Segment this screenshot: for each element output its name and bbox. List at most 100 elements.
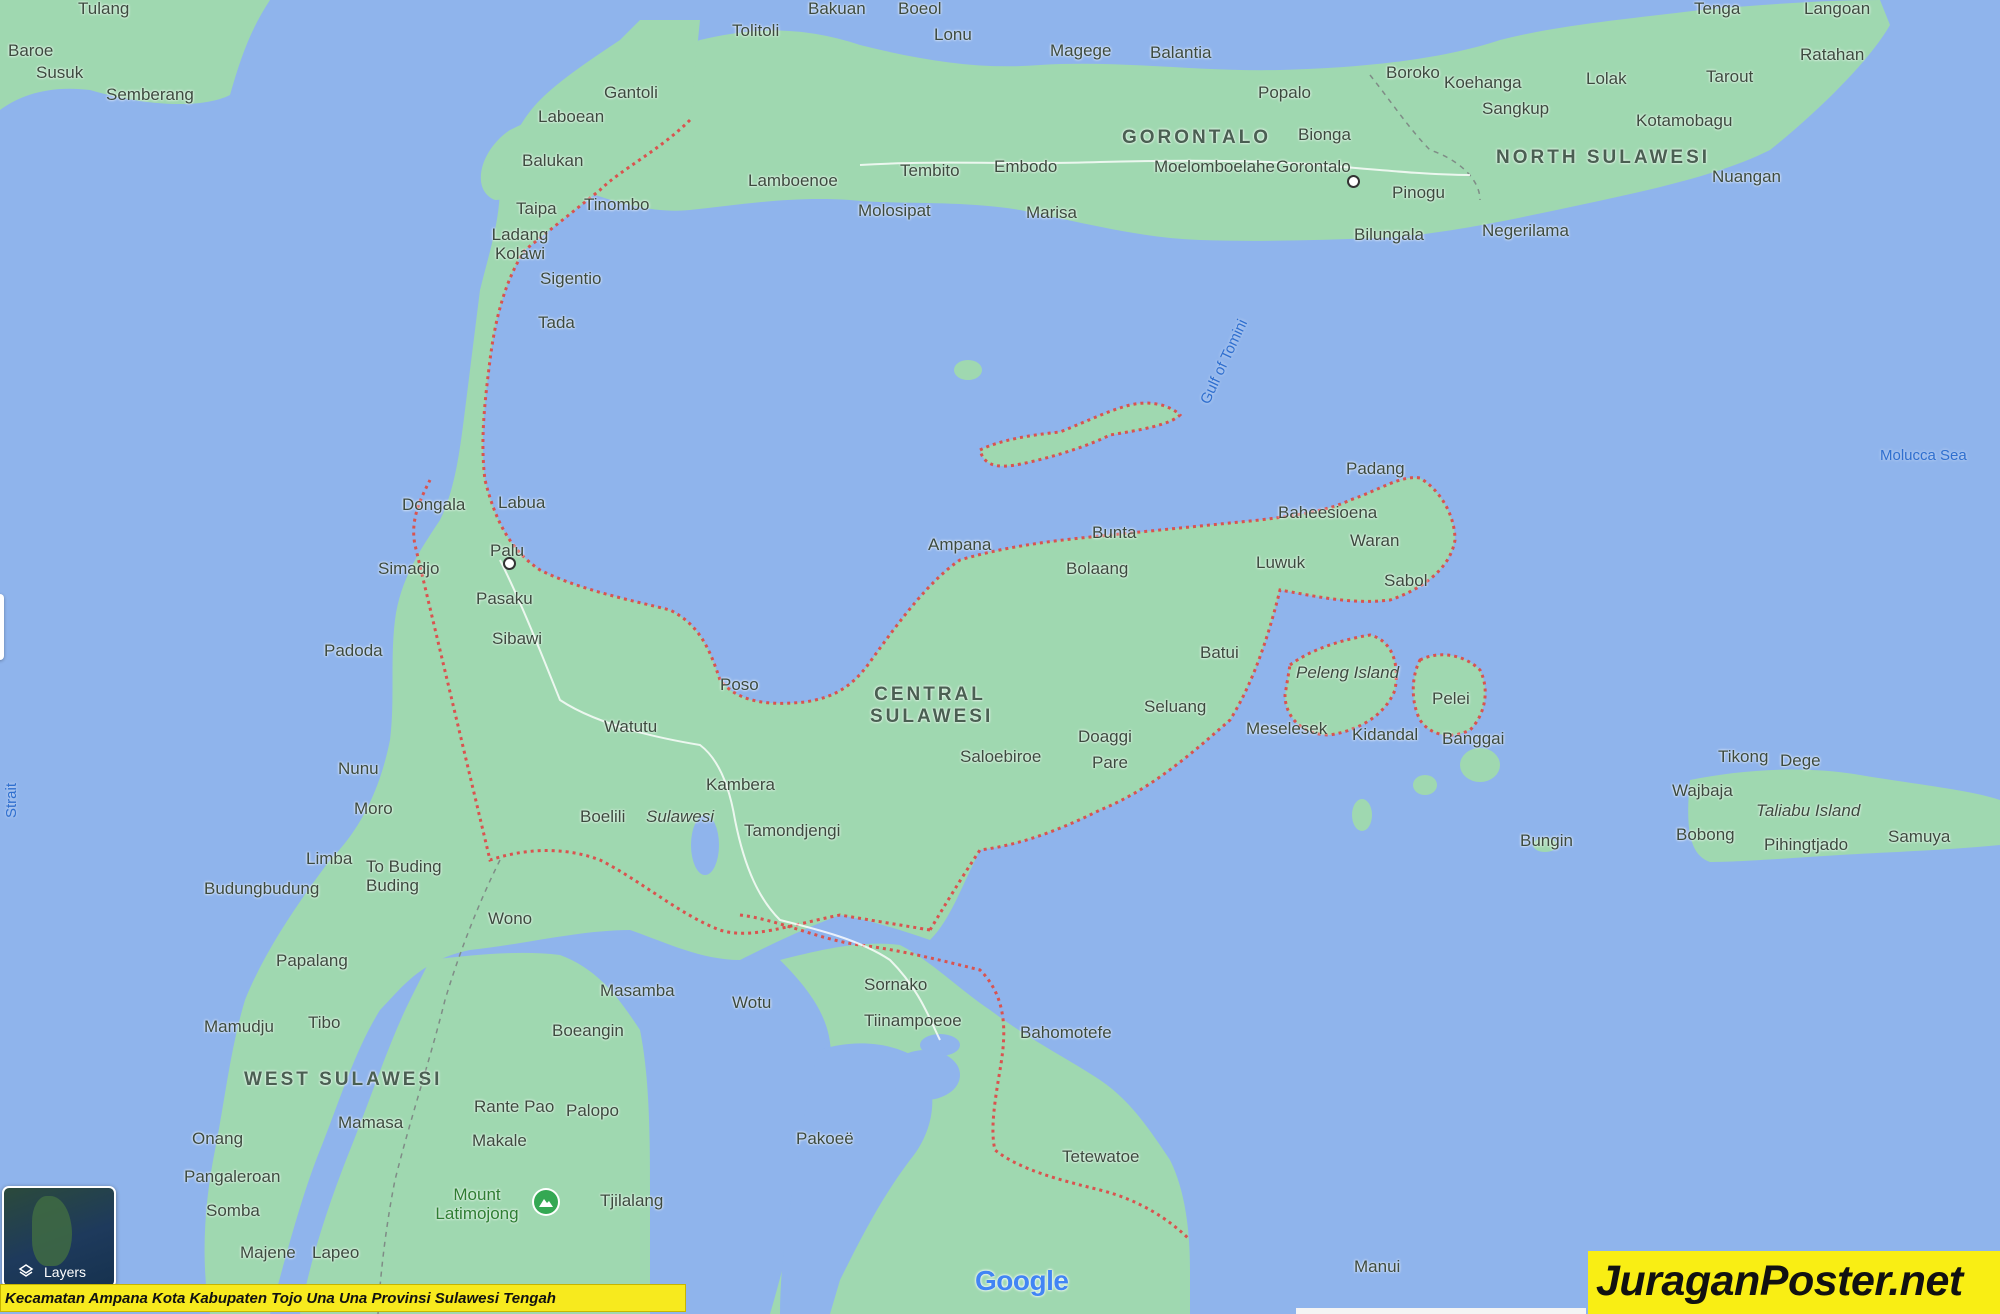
place-label: Lonu <box>934 25 972 44</box>
place-label: Bobong <box>1676 825 1735 844</box>
place-label: Pare <box>1092 753 1128 772</box>
place-label: Waran <box>1350 531 1400 550</box>
place-label: Tenga <box>1694 0 1741 18</box>
place-label: Budungbudung <box>204 879 320 898</box>
place-label: Popalo <box>1258 83 1311 102</box>
place-label: Papalang <box>276 951 348 970</box>
city-marker-icon <box>503 557 516 570</box>
place-label: Mamudju <box>204 1017 274 1036</box>
place-label: Nuangan <box>1712 167 1782 186</box>
place-label: Nunu <box>338 759 379 778</box>
place-label: Pangaleroan <box>184 1167 281 1186</box>
place-label: Pasaku <box>476 589 533 608</box>
place-label: Doaggi <box>1078 727 1132 746</box>
place-label: Tembito <box>900 161 960 180</box>
place-label: Lolak <box>1586 69 1627 88</box>
place-label: Tarout <box>1706 67 1754 86</box>
side-panel-handle[interactable] <box>0 594 4 660</box>
small-island-b <box>1413 775 1437 795</box>
place-label: Saloebiroe <box>960 747 1042 766</box>
place-label: Limba <box>306 849 353 868</box>
place-label: Semberang <box>106 85 194 104</box>
place-label: Langoan <box>1804 0 1871 18</box>
region-west-sulawesi: WEST SULAWESI <box>244 1069 443 1090</box>
place-label: Sulawesi <box>646 807 715 826</box>
google-logo-text: Google <box>975 1265 1069 1296</box>
place-label: Bungin <box>1520 831 1573 850</box>
region-gorontalo: GORONTALO <box>1122 127 1272 148</box>
place-label: Peleng Island <box>1296 663 1400 682</box>
place-label: Boroko <box>1386 63 1440 82</box>
place-label: Sornako <box>864 975 928 994</box>
place-label: Samuya <box>1888 827 1951 846</box>
place-label: Tjilalang <box>600 1191 664 1210</box>
place-label: Lapeo <box>312 1243 360 1262</box>
place-label: Dege <box>1780 751 1821 770</box>
place-label: Pakoeë <box>796 1129 854 1148</box>
place-label: Taliabu Island <box>1756 801 1861 820</box>
place-label: Boelili <box>580 807 626 826</box>
place-label: Pinogu <box>1392 183 1445 202</box>
place-label: Baheesioena <box>1278 503 1378 522</box>
watermark-banner: JuraganPoster.net <box>1588 1251 2000 1314</box>
place-label: Embodo <box>994 157 1058 176</box>
place-label: Pelei <box>1432 689 1470 708</box>
place-label: Bunta <box>1092 523 1137 542</box>
place-label: Sigentio <box>540 269 602 288</box>
place-label: Poso <box>720 675 759 694</box>
place-label: Ladang Kolawi <box>491 225 549 263</box>
place-label: To Buding Buding <box>366 857 442 895</box>
place-label: Moelomboelahe <box>1154 157 1275 176</box>
layers-button[interactable]: Layers <box>2 1186 116 1288</box>
place-label: Meselesek <box>1246 719 1328 738</box>
google-logo: Google <box>975 1265 1069 1297</box>
map-canvas[interactable]: GORONTALO NORTH SULAWESI CENTRAL SULAWES… <box>0 0 2000 1314</box>
water-label-strait: Strait <box>3 782 20 818</box>
place-label: Negerilama <box>1482 221 1569 240</box>
place-label: Dongala <box>402 495 466 514</box>
place-label: Wajbaja <box>1672 781 1733 800</box>
banggai-south-island <box>1460 748 1500 782</box>
place-label: Somba <box>206 1201 260 1220</box>
place-label: Balukan <box>522 151 584 170</box>
place-label: Tinombo <box>584 195 650 214</box>
place-label: Padoda <box>324 641 383 660</box>
place-label: Seluang <box>1144 697 1207 716</box>
caption-bar: Kecamatan Ampana Kota Kabupaten Tojo Una… <box>0 1284 686 1312</box>
place-label: Koehanga <box>1444 73 1522 92</box>
caption-text: Kecamatan Ampana Kota Kabupaten Tojo Una… <box>5 1290 556 1307</box>
place-label: Bolaang <box>1066 559 1129 578</box>
place-label: Watutu <box>604 717 658 736</box>
place-label: Ratahan <box>1800 45 1865 64</box>
place-label: Magege <box>1050 41 1112 60</box>
layers-thumbnail <box>32 1196 72 1266</box>
place-label: Simadjo <box>378 559 440 578</box>
place-label: Tolitoli <box>732 21 780 40</box>
place-label: Laboean <box>538 107 605 126</box>
place-label: Molosipat <box>858 201 931 220</box>
place-label: Moro <box>354 799 393 818</box>
mountain-icon[interactable] <box>534 1190 558 1214</box>
small-island-a <box>1352 799 1372 831</box>
place-label: Bionga <box>1298 125 1351 144</box>
place-label: Tetewatoe <box>1062 1147 1140 1166</box>
place-label: Bahomotefe <box>1020 1023 1112 1042</box>
place-label: Marisa <box>1026 203 1078 222</box>
scale-bar <box>1296 1308 1586 1314</box>
place-label: Labua <box>498 493 546 512</box>
watermark-text: JuraganPoster.net <box>1596 1257 1963 1305</box>
island-una-una <box>954 360 982 380</box>
layers-icon <box>18 1264 34 1277</box>
place-label: Mamasa <box>338 1113 404 1132</box>
place-label: Ampana <box>928 535 992 554</box>
lake-towuti <box>890 1050 960 1100</box>
place-label: Boeangin <box>552 1021 624 1040</box>
place-label: Sibawi <box>492 629 543 648</box>
place-label: Tiinampoeoe <box>864 1011 962 1030</box>
place-label: Luwuk <box>1256 553 1306 572</box>
place-label: Gorontalo <box>1276 157 1351 176</box>
place-label: Wotu <box>732 993 772 1012</box>
place-label: Taipa <box>516 199 557 218</box>
place-label: Majene <box>240 1243 296 1262</box>
place-label: Susuk <box>36 63 84 82</box>
